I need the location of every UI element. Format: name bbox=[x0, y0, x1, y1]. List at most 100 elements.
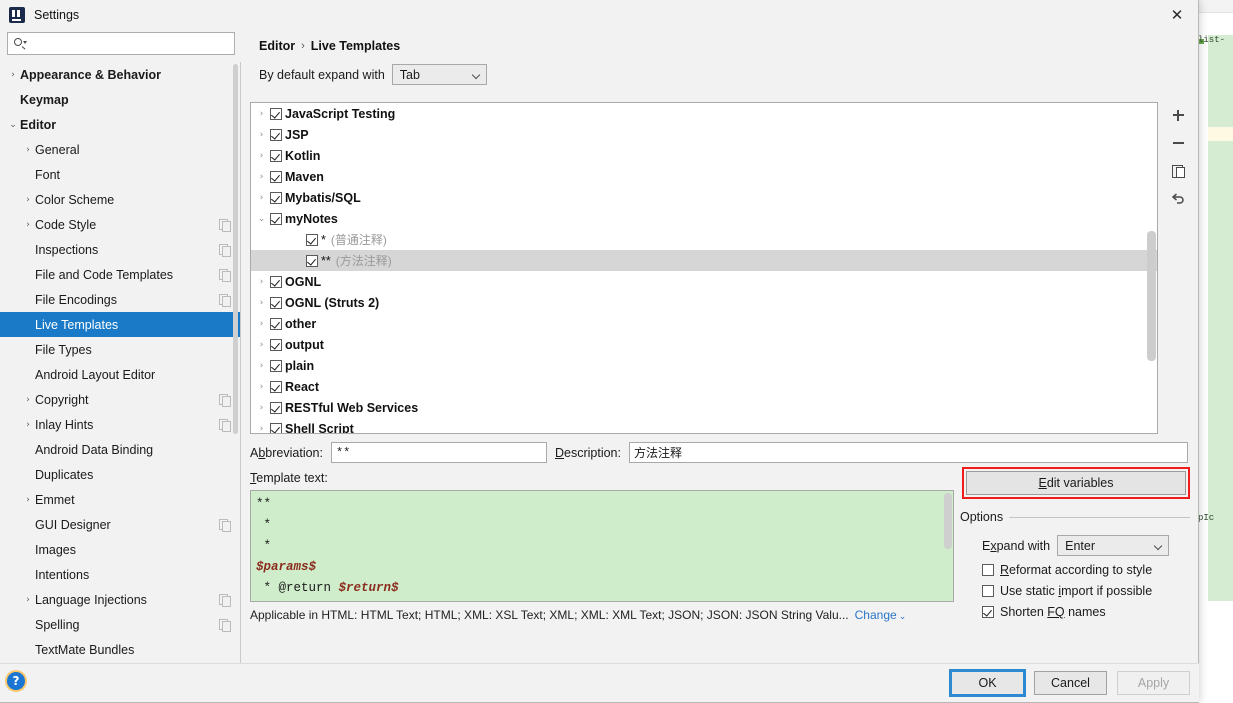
sidebar-item-live-templates[interactable]: Live Templates bbox=[0, 312, 240, 337]
chevron-right-icon[interactable]: › bbox=[253, 298, 270, 308]
chevron-right-icon[interactable]: › bbox=[253, 424, 270, 434]
sidebar-item-copyright[interactable]: › Copyright bbox=[0, 387, 240, 412]
change-context-link[interactable]: Change ⌄ bbox=[855, 608, 907, 622]
sidebar-item-spelling[interactable]: Spelling bbox=[0, 612, 240, 637]
sidebar-item-android-data-binding[interactable]: Android Data Binding bbox=[0, 437, 240, 462]
settings-sidebar[interactable]: › Appearance & Behavior Keymap ⌄ Editor › Gene… bbox=[0, 62, 241, 663]
search-input[interactable] bbox=[29, 35, 219, 52]
tree-row[interactable]: › JavaScript Testing bbox=[251, 103, 1157, 124]
description-input[interactable]: 方法注释 bbox=[629, 442, 1188, 463]
option-checkbox[interactable] bbox=[982, 585, 994, 597]
sidebar-item-editor[interactable]: ⌄ Editor bbox=[0, 112, 240, 137]
ok-button[interactable]: OK bbox=[951, 671, 1024, 695]
tree-row[interactable]: › React bbox=[251, 376, 1157, 397]
chevron-right-icon[interactable]: › bbox=[253, 109, 270, 119]
add-template-button[interactable] bbox=[1165, 102, 1191, 128]
tree-scrollbar[interactable] bbox=[1147, 231, 1156, 361]
tree-row[interactable]: › Shell Script bbox=[251, 418, 1157, 434]
sidebar-item-general[interactable]: › General bbox=[0, 137, 240, 162]
option-checkbox-row[interactable]: Use static import if possible bbox=[982, 584, 1190, 598]
tree-row[interactable]: › Kotlin bbox=[251, 145, 1157, 166]
abbreviation-input[interactable]: ** bbox=[330, 442, 547, 463]
chevron-right-icon[interactable]: › bbox=[253, 193, 270, 203]
tree-row[interactable]: › OGNL (Struts 2) bbox=[251, 292, 1157, 313]
sidebar-item-intentions[interactable]: Intentions bbox=[0, 562, 240, 587]
expand-with-select[interactable]: Enter bbox=[1057, 535, 1170, 556]
sidebar-item-file-and-code-templates[interactable]: File and Code Templates bbox=[0, 262, 240, 287]
tree-row-checkbox[interactable] bbox=[270, 275, 282, 288]
sidebar-item-textmate-bundles[interactable]: TextMate Bundles bbox=[0, 637, 240, 662]
chevron-right-icon[interactable]: › bbox=[253, 151, 270, 161]
sidebar-item-keymap[interactable]: Keymap bbox=[0, 87, 240, 112]
tree-row[interactable]: › Maven bbox=[251, 166, 1157, 187]
chevron-right-icon[interactable]: › bbox=[253, 340, 270, 350]
sidebar-item-file-encodings[interactable]: File Encodings bbox=[0, 287, 240, 312]
tree-row-checkbox[interactable] bbox=[270, 170, 282, 183]
sidebar-item-language-injections[interactable]: › Language Injections bbox=[0, 587, 240, 612]
option-checkbox[interactable] bbox=[982, 564, 994, 576]
tree-row[interactable]: ⌄ myNotes bbox=[251, 208, 1157, 229]
tree-row[interactable]: › RESTful Web Services bbox=[251, 397, 1157, 418]
live-templates-tree[interactable]: › JavaScript Testing › JSP › Kotlin › Maven › Myb… bbox=[250, 102, 1158, 434]
sidebar-item-inspections[interactable]: Inspections bbox=[0, 237, 240, 262]
tree-row-checkbox[interactable] bbox=[270, 191, 282, 204]
template-text-scrollbar[interactable] bbox=[944, 493, 952, 549]
tree-row-checkbox[interactable] bbox=[270, 380, 282, 393]
tree-row-checkbox[interactable] bbox=[270, 317, 282, 330]
chevron-right-icon[interactable]: › bbox=[253, 277, 270, 287]
sidebar-item-android-layout-editor[interactable]: Android Layout Editor bbox=[0, 362, 240, 387]
option-checkbox-row[interactable]: Shorten FQ names bbox=[982, 605, 1190, 619]
close-icon[interactable]: ✕ bbox=[1162, 4, 1192, 26]
help-icon[interactable]: ? bbox=[7, 672, 25, 690]
tree-row[interactable]: › OGNL bbox=[251, 271, 1157, 292]
tree-row[interactable]: * (普通注释) bbox=[251, 229, 1157, 250]
sidebar-item-appearance-behavior[interactable]: › Appearance & Behavior bbox=[0, 62, 240, 87]
breadcrumb-parent[interactable]: Editor bbox=[259, 39, 295, 53]
tree-row-checkbox[interactable] bbox=[270, 422, 282, 433]
tree-row-checkbox[interactable] bbox=[270, 128, 282, 141]
tree-row[interactable]: › output bbox=[251, 334, 1157, 355]
default-expand-select[interactable]: Tab bbox=[391, 64, 487, 85]
revert-template-button[interactable] bbox=[1165, 186, 1191, 212]
remove-template-button[interactable] bbox=[1165, 130, 1191, 156]
option-checkbox[interactable] bbox=[982, 606, 994, 618]
tree-row[interactable]: › Mybatis/SQL bbox=[251, 187, 1157, 208]
tree-row-checkbox[interactable] bbox=[306, 254, 318, 267]
tree-row-checkbox[interactable] bbox=[270, 338, 282, 351]
sidebar-item-inlay-hints[interactable]: › Inlay Hints bbox=[0, 412, 240, 437]
tree-row-checkbox[interactable] bbox=[270, 107, 282, 120]
tree-row-checkbox[interactable] bbox=[270, 359, 282, 372]
sidebar-item-images[interactable]: Images bbox=[0, 537, 240, 562]
cancel-button[interactable]: Cancel bbox=[1034, 671, 1107, 695]
chevron-right-icon[interactable]: › bbox=[253, 130, 270, 140]
edit-variables-button[interactable]: Edit variables bbox=[966, 471, 1186, 495]
tree-row-checkbox[interactable] bbox=[306, 233, 318, 246]
tree-row[interactable]: › JSP bbox=[251, 124, 1157, 145]
sidebar-item-gui-designer[interactable]: GUI Designer bbox=[0, 512, 240, 537]
sidebar-item-code-style[interactable]: › Code Style bbox=[0, 212, 240, 237]
sidebar-item-duplicates[interactable]: Duplicates bbox=[0, 462, 240, 487]
tree-row[interactable]: ** (方法注释) bbox=[251, 250, 1157, 271]
tree-row-checkbox[interactable] bbox=[270, 149, 282, 162]
chevron-right-icon[interactable]: › bbox=[253, 319, 270, 329]
tree-row-checkbox[interactable] bbox=[270, 401, 282, 414]
chevron-right-icon[interactable]: › bbox=[253, 382, 270, 392]
sidebar-item-color-scheme[interactable]: › Color Scheme bbox=[0, 187, 240, 212]
sidebar-item-emmet[interactable]: › Emmet bbox=[0, 487, 240, 512]
apply-button[interactable]: Apply bbox=[1117, 671, 1190, 695]
tree-row[interactable]: › other bbox=[251, 313, 1157, 334]
search-box[interactable] bbox=[7, 32, 235, 55]
duplicate-template-button[interactable] bbox=[1165, 158, 1191, 184]
chevron-right-icon[interactable]: › bbox=[253, 403, 270, 413]
sidebar-item-font[interactable]: Font bbox=[0, 162, 240, 187]
sidebar-scrollbar[interactable] bbox=[233, 64, 238, 434]
chevron-right-icon[interactable]: › bbox=[253, 172, 270, 182]
chevron-down-icon[interactable]: ⌄ bbox=[253, 214, 270, 224]
chevron-right-icon[interactable]: › bbox=[253, 361, 270, 371]
sidebar-item-file-types[interactable]: File Types bbox=[0, 337, 240, 362]
tree-row[interactable]: › plain bbox=[251, 355, 1157, 376]
tree-row-checkbox[interactable] bbox=[270, 212, 282, 225]
option-checkbox-row[interactable]: Reformat according to style bbox=[982, 563, 1190, 577]
template-text-editor[interactable]: ** * * $params$ * @return $return$ bbox=[250, 490, 954, 602]
tree-row-checkbox[interactable] bbox=[270, 296, 282, 309]
